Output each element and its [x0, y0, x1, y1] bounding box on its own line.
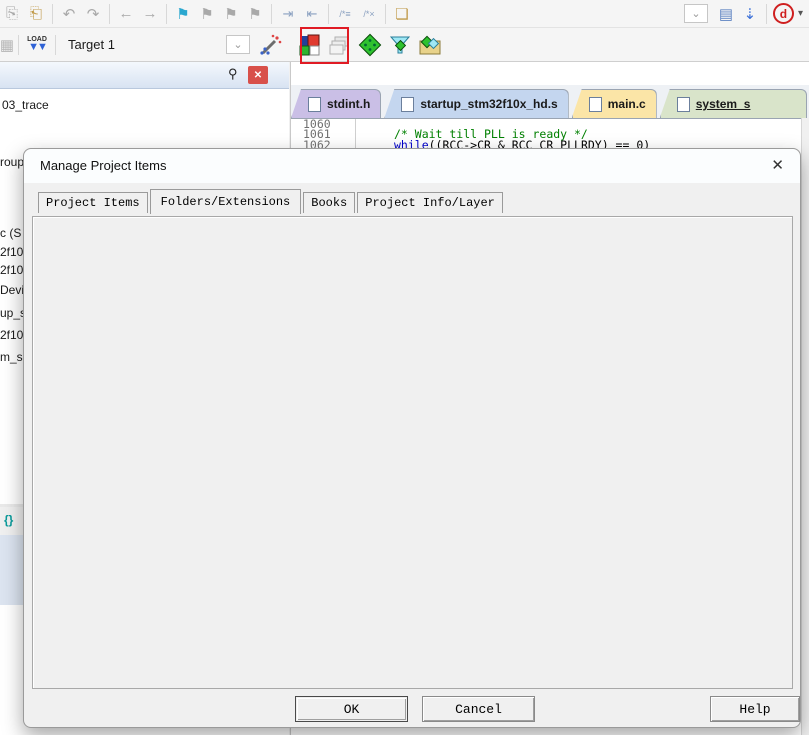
project-panel-header: ⚲ ✕	[0, 62, 289, 89]
bookmark-clear-icon[interactable]: ⚑	[243, 3, 267, 25]
toolbar-separator	[166, 4, 167, 24]
debug-session-icon[interactable]: ▦	[0, 34, 14, 56]
editor-tabstrip: stdint.h startup_stm32f10x_hd.s main.c s…	[291, 85, 809, 118]
target-select[interactable]: Target 1	[68, 37, 218, 52]
nav-back-icon[interactable]: ←	[114, 3, 138, 25]
help-button[interactable]: Help	[710, 696, 800, 722]
tab-label: stdint.h	[327, 97, 370, 111]
tree-item[interactable]: Devi	[0, 283, 24, 297]
toolbar-separator	[271, 4, 272, 24]
keil-uvision-window: ⎘ ⎗ ↶ ↷ ← → ⚑ ⚑ ⚑ ⚑ ⇥ ⇤ /*≡ /*× ❏ ⌄ ▤ ⇣ …	[0, 0, 809, 735]
tree-item[interactable]: 03_trace	[2, 98, 49, 112]
tab-system-s[interactable]: system_s	[660, 89, 807, 118]
tree-item[interactable]: 2f10	[0, 328, 23, 342]
main-toolbar: ⎘ ⎗ ↶ ↷ ← → ⚑ ⚑ ⚑ ⚑ ⇥ ⇤ /*≡ /*× ❏ ⌄ ▤ ⇣ …	[0, 0, 809, 28]
flash-config-wand-icon[interactable]	[259, 33, 283, 57]
dialog-tabs: Project Items Folders/Extensions Books P…	[38, 189, 505, 213]
download-flash-icon[interactable]: LOAD ▼▼	[23, 36, 51, 53]
tab-books[interactable]: Books	[303, 192, 355, 213]
searchbox-chevron-icon[interactable]: ⌄	[684, 4, 708, 23]
document-icon	[589, 97, 602, 112]
dialog-title: Manage Project Items	[40, 158, 166, 173]
tree-item[interactable]: 2f10	[0, 245, 23, 259]
cancel-button[interactable]: Cancel	[422, 696, 535, 722]
load-icon-arrows: ▼▼	[28, 42, 46, 53]
tab-folders-extensions[interactable]: Folders/Extensions	[150, 189, 302, 214]
ok-button[interactable]: OK	[295, 696, 408, 722]
tab-label: main.c	[608, 97, 646, 111]
find-in-files-icon[interactable]: ▤	[714, 3, 738, 25]
paste-icon[interactable]: ⎗	[24, 3, 48, 25]
dialog-titlebar[interactable]: Manage Project Items ✕	[24, 149, 800, 184]
pin-icon[interactable]: ⚲	[228, 66, 238, 82]
tab-label: startup_stm32f10x_hd.s	[420, 97, 557, 111]
tree-item[interactable]: m_s	[0, 350, 23, 364]
outdent-icon[interactable]: ⇤	[300, 3, 324, 25]
undo-icon[interactable]: ↶	[57, 3, 81, 25]
nav-forward-icon[interactable]: →	[138, 3, 162, 25]
comment-icon[interactable]: /*≡	[333, 3, 357, 25]
document-icon	[401, 97, 414, 112]
quick-search-icon[interactable]: d	[773, 3, 794, 24]
editor-scrollbar[interactable]	[801, 118, 809, 735]
toolbar-separator	[385, 4, 386, 24]
functions-braces-icon[interactable]: {}	[4, 513, 13, 527]
quick-search-caret-icon[interactable]: ▾	[798, 8, 803, 19]
tab-project-items[interactable]: Project Items	[38, 192, 148, 213]
toolbar-separator	[55, 35, 56, 55]
panel-close-icon[interactable]: ✕	[248, 66, 268, 84]
toolbar-separator	[328, 4, 329, 24]
toolbar-separator	[18, 35, 19, 55]
tab-project-info-layer[interactable]: Project Info/Layer	[357, 192, 503, 213]
bookmark-toggle-icon[interactable]: ⚑	[171, 3, 195, 25]
tab-label: system_s	[696, 97, 751, 111]
redo-icon[interactable]: ↷	[81, 3, 105, 25]
toolbar-separator	[52, 4, 53, 24]
dialog-close-icon[interactable]: ✕	[771, 156, 784, 174]
bookmark-next-icon[interactable]: ⚑	[195, 3, 219, 25]
tree-item[interactable]: c (S	[0, 226, 21, 240]
folders-extensions-page	[32, 216, 793, 689]
toolbar-separator	[766, 4, 767, 24]
open-folder-icon[interactable]: ❏	[390, 3, 414, 25]
indent-icon[interactable]: ⇥	[276, 3, 300, 25]
code-text	[356, 119, 394, 129]
tab-startup-s[interactable]: startup_stm32f10x_hd.s	[384, 89, 568, 118]
tab-stdint-h[interactable]: stdint.h	[291, 89, 381, 118]
document-icon	[308, 97, 321, 112]
tab-main-c[interactable]: main.c	[572, 89, 657, 118]
manage-project-items-dialog: Manage Project Items ✕ Project Items Fol…	[23, 148, 801, 728]
pack-installer-icon[interactable]	[358, 33, 382, 57]
tree-item[interactable]: roup	[0, 155, 24, 169]
bookmark-prev-icon[interactable]: ⚑	[219, 3, 243, 25]
build-toolbar: ▦ LOAD ▼▼ Target 1 ⌄	[0, 28, 809, 62]
copy-icon[interactable]: ⎘	[0, 3, 24, 25]
target-chevron-icon[interactable]: ⌄	[226, 35, 250, 54]
manage-icon-highlight-box	[300, 27, 349, 64]
select-toolbox-icon[interactable]	[388, 33, 412, 57]
uncomment-icon[interactable]: /*×	[357, 3, 381, 25]
books-icon[interactable]	[418, 33, 442, 57]
incremental-find-icon[interactable]: ⇣	[738, 3, 762, 25]
tree-item[interactable]: 2f10	[0, 263, 23, 277]
document-icon	[677, 97, 690, 112]
toolbar-separator	[109, 4, 110, 24]
